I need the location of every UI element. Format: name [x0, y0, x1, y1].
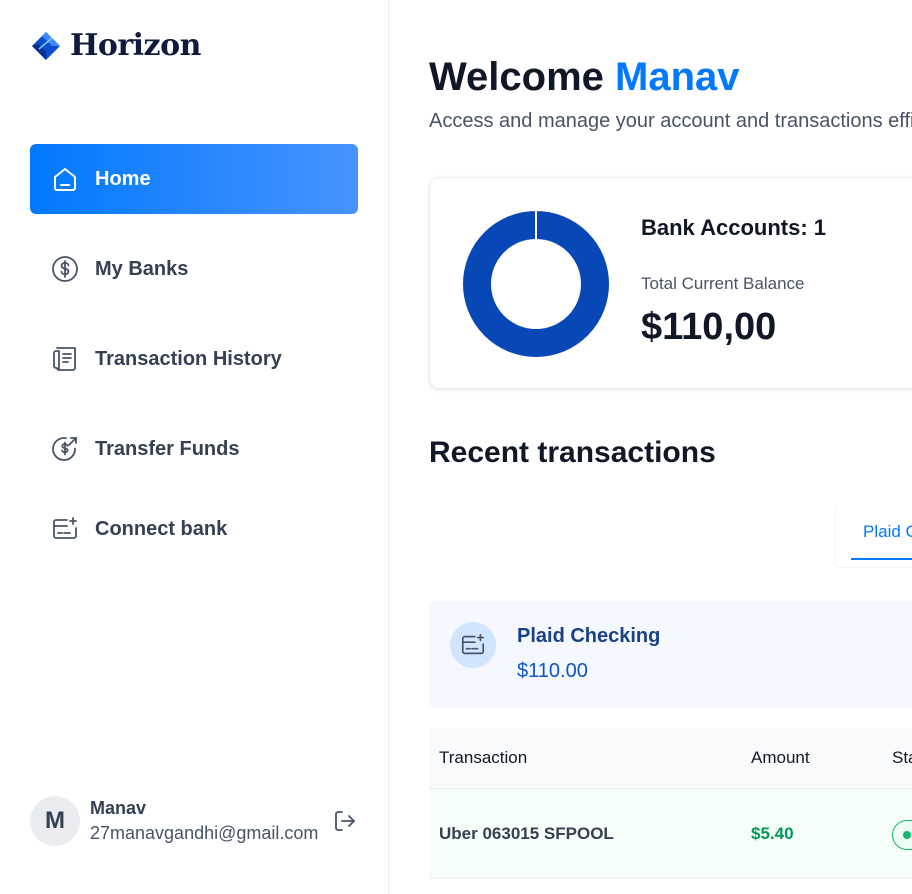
- total-balance-card: Bank Accounts: 1 Total Current Balance $…: [429, 177, 912, 389]
- sidebar-item-label: Home: [95, 167, 151, 190]
- sidebar-item-home[interactable]: Home: [30, 144, 358, 214]
- column-header-status: Status: [892, 748, 912, 767]
- bank-name: Plaid Checking: [517, 625, 661, 647]
- receipt-icon: [50, 344, 80, 374]
- user-email: 27manavgandhi@gmail.com: [90, 823, 319, 843]
- home-icon: [50, 164, 80, 194]
- logout-icon[interactable]: [332, 808, 358, 834]
- page-subtitle: Access and manage your account and trans…: [429, 110, 912, 132]
- dollar-circle-icon: [50, 254, 80, 284]
- sidebar-item-connect-bank[interactable]: Connect bank: [30, 494, 358, 564]
- table-header: Transaction Amount Status: [429, 728, 912, 788]
- bank-tabs: Plaid Checking: [835, 505, 912, 568]
- bank-info-banner: Plaid Checking $110.00: [429, 601, 912, 708]
- balance-donut-chart: [463, 211, 609, 357]
- status-badge: [892, 820, 912, 850]
- welcome-user-name: Manav: [615, 55, 740, 99]
- brand-name: Horizon: [70, 28, 201, 63]
- sidebar-item-label: Transaction History: [95, 347, 282, 370]
- page-title: Welcome Manav: [429, 55, 740, 100]
- sidebar-item-label: Transfer Funds: [95, 437, 240, 460]
- horizon-logo-icon: [32, 31, 60, 60]
- table-row[interactable]: Uber 063015 SFPOOL $5.40: [429, 788, 912, 879]
- bank-accounts-count: Bank Accounts: 1: [641, 215, 827, 240]
- bank-balance: $110.00: [517, 660, 588, 682]
- status-dot-icon: [903, 831, 911, 839]
- sidebar-item-label: My Banks: [95, 257, 189, 280]
- total-balance-label: Total Current Balance: [641, 274, 805, 293]
- sidebar-item-label: Connect bank: [95, 517, 228, 540]
- user-name: Manav: [90, 798, 147, 818]
- user-footer: M Manav 27manavgandhi@gmail.com: [30, 796, 360, 848]
- money-send-icon: [50, 434, 80, 464]
- avatar[interactable]: M: [30, 796, 80, 846]
- sidebar-item-my-banks[interactable]: My Banks: [30, 234, 358, 304]
- sidebar-item-transaction-history[interactable]: Transaction History: [30, 324, 358, 394]
- tab-plaid-checking[interactable]: Plaid Checking: [851, 505, 912, 560]
- transaction-name: Uber 063015 SFPOOL: [439, 824, 614, 843]
- bank-card-icon: [450, 622, 496, 668]
- transaction-amount: $5.40: [751, 824, 794, 843]
- sidebar: Horizon Home My Banks Transaction Histor…: [0, 0, 389, 894]
- column-header-amount: Amount: [751, 748, 810, 767]
- recent-transactions-title: Recent transactions: [429, 436, 716, 469]
- welcome-prefix: Welcome: [429, 55, 604, 99]
- main-content: Welcome Manav Access and manage your acc…: [389, 0, 912, 894]
- sidebar-item-transfer-funds[interactable]: Transfer Funds: [30, 414, 358, 484]
- column-header-transaction: Transaction: [439, 748, 528, 767]
- logo[interactable]: Horizon: [30, 28, 201, 63]
- card-add-icon: [50, 514, 80, 544]
- total-balance-amount: $110,00: [641, 306, 777, 348]
